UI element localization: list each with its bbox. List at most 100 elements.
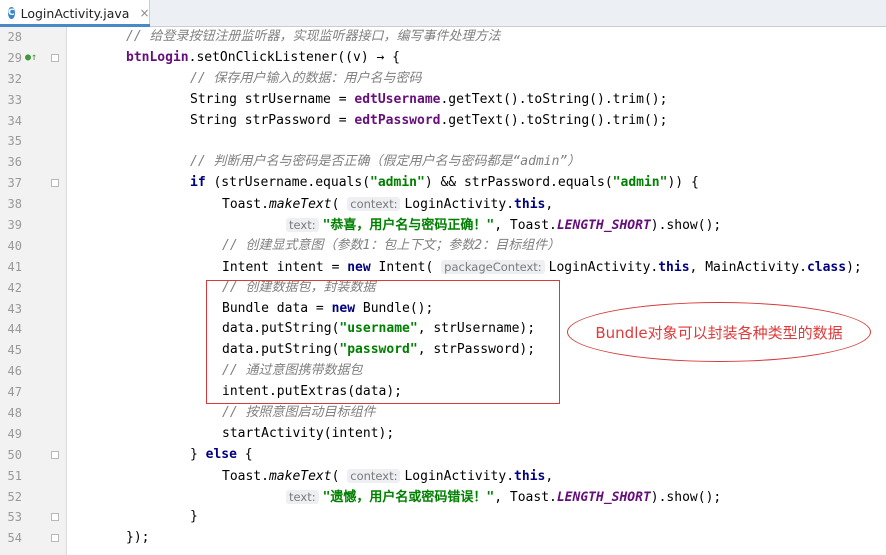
line-number: 44 [7,322,22,337]
code-line[interactable]: 41 Intent intent = new Intent( packageCon… [0,257,886,278]
java-class-icon: C [8,7,15,19]
code-token: this [658,259,690,275]
code-line[interactable]: 50} else { [0,445,886,466]
code-token: if [190,175,206,191]
code-token: ) && strPassword.equals( [424,175,613,191]
code-line[interactable]: 49 startActivity(intent); [0,424,886,445]
code-token: this [514,468,546,484]
code-token: "admin" [370,175,425,191]
code-token: ( [331,468,348,484]
code-text: Toast.makeText( context: LoginActivity.th… [222,194,553,216]
code-token: Intent intent = [222,259,348,275]
code-text: // 判断用户名与密码是否正确（假定用户名与密码都是“admin”） [190,152,580,173]
annotation-callout: Bundle对象可以封装各种类型的数据 [567,302,871,362]
code-line[interactable]: 36 // 判断用户名与密码是否正确（假定用户名与密码都是“admin”） [0,152,886,173]
line-number: 52 [7,489,22,504]
code-token: // 按照意图启动目标组件 [222,405,376,421]
code-line[interactable]: 32 // 保存用户输入的数据：用户名与密码 [0,69,886,90]
code-line[interactable]: 29 ●↑ btnLogin.setOnClickListener((v) → { [0,48,886,69]
parameter-hint: text: [286,218,319,233]
code-line[interactable]: 35 [0,131,886,152]
code-text: text: "恭喜，用户名与密码正确！", Toast.LENGTH_SHORT)… [286,215,721,237]
code-token: Toast. [222,468,269,484]
tab-login-activity[interactable]: C LoginActivity.java × [0,0,150,27]
code-text: startActivity(intent); [222,424,394,445]
code-token: "恭喜，用户名与密码正确！" [322,218,495,234]
code-line[interactable]: 34 String strPassword = edtPassword.getTe… [0,111,886,132]
code-token: makeText [268,197,332,213]
code-text: String strPassword = edtPassword.getText… [190,111,667,132]
line-number: 40 [7,238,22,253]
code-text: Toast.makeText( context: LoginActivity.th… [222,466,553,488]
line-number: 51 [7,468,22,483]
code-token: LENGTH_SHORT [556,489,651,505]
code-token: startActivity(intent); [222,425,395,441]
code-token: "遗憾，用户名或密码错误！" [322,489,495,505]
code-line[interactable]: 52 text: "遗憾，用户名或密码错误！", Toast.LENGTH_SHOR… [0,487,886,508]
fold-toggle-icon[interactable] [51,534,59,543]
line-number: 34 [7,113,22,128]
code-token: this [514,197,546,213]
parameter-hint: text: [286,489,319,504]
fold-toggle-icon[interactable] [51,179,59,188]
code-line[interactable]: 39 text: "恭喜，用户名与密码正确！", Toast.LENGTH_SHOR… [0,215,886,236]
fold-toggle-icon[interactable] [51,450,59,459]
code-token: } [190,446,206,462]
line-number: 41 [7,259,22,274]
parameter-hint: context: [347,197,401,212]
code-text: // 创建显式意图（参数1：包上下文；参数2：目标组件） [222,236,560,257]
code-token: , [545,197,554,213]
code-token: String strUsername = [190,91,355,107]
code-token: , [545,468,554,484]
parameter-hint: context: [347,468,401,483]
code-text: } else { [190,445,253,466]
code-line[interactable]: 38 Toast.makeText( context: LoginActivity.… [0,194,886,215]
code-text: btnLogin.setOnClickListener((v) → { [126,48,400,69]
code-line[interactable]: 53} [0,507,886,528]
parameter-hint: packageContext: [441,259,545,274]
fold-toggle-icon[interactable] [51,513,59,522]
code-line[interactable]: 37 if (strUsername.equals("admin") && str… [0,173,886,194]
code-line[interactable]: 48 // 按照意图启动目标组件 [0,403,886,424]
code-text: if (strUsername.equals("admin") && strPa… [190,173,699,194]
close-icon[interactable]: × [139,6,149,20]
line-number: 43 [7,301,22,316]
code-token: ).show(); [650,218,722,234]
code-text: }); [126,528,149,549]
line-number: 29 [7,50,22,65]
code-token: LoginActivity. [548,259,659,275]
override-marker-icon[interactable]: ●↑ [25,48,37,69]
code-line[interactable]: 40 // 创建显式意图（参数1：包上下文；参数2：目标组件） [0,236,886,257]
code-token: Toast. [222,197,269,213]
code-line[interactable]: 28 // 给登录按钮注册监听器，实现监听器接口，编写事件处理方法 [0,27,886,48]
code-token: (strUsername.equals( [205,175,371,191]
fold-toggle-icon[interactable] [51,53,59,62]
code-token: Intent( [370,259,442,275]
line-number: 47 [7,385,22,400]
line-number: 48 [7,406,22,421]
code-token: )) { [667,175,699,191]
code-line[interactable]: 33 String strUsername = edtUsername.getTe… [0,90,886,111]
code-token: // 给登录按钮注册监听器，实现监听器接口，编写事件处理方法 [126,29,501,44]
line-number: 32 [7,71,22,86]
code-line[interactable]: 51 Toast.makeText( context: LoginActivity.… [0,466,886,487]
code-text: text: "遗憾，用户名或密码错误！", Toast.LENGTH_SHORT)… [286,487,721,509]
code-line[interactable]: 54}); [0,528,886,549]
code-token: // 判断用户名与密码是否正确（假定用户名与密码都是“admin”） [190,154,581,170]
line-number: 46 [7,364,22,379]
annotation-text: Bundle对象可以封装各种类型的数据 [595,323,843,342]
code-token: ).show(); [650,489,722,505]
code-token: LoginActivity. [404,468,515,484]
code-token: makeText [268,468,332,484]
code-token: }); [126,530,150,546]
code-token: ( [331,197,348,213]
line-number: 42 [7,280,22,295]
line-number: 45 [7,343,22,358]
code-token: btnLogin [126,49,189,65]
line-number: 53 [7,510,22,525]
line-number: 39 [7,218,22,233]
code-token: { [236,446,253,462]
code-text: Intent intent = new Intent( packageConte… [222,257,862,279]
code-token: edtUsername [354,91,441,107]
code-token: edtPassword [354,112,441,128]
